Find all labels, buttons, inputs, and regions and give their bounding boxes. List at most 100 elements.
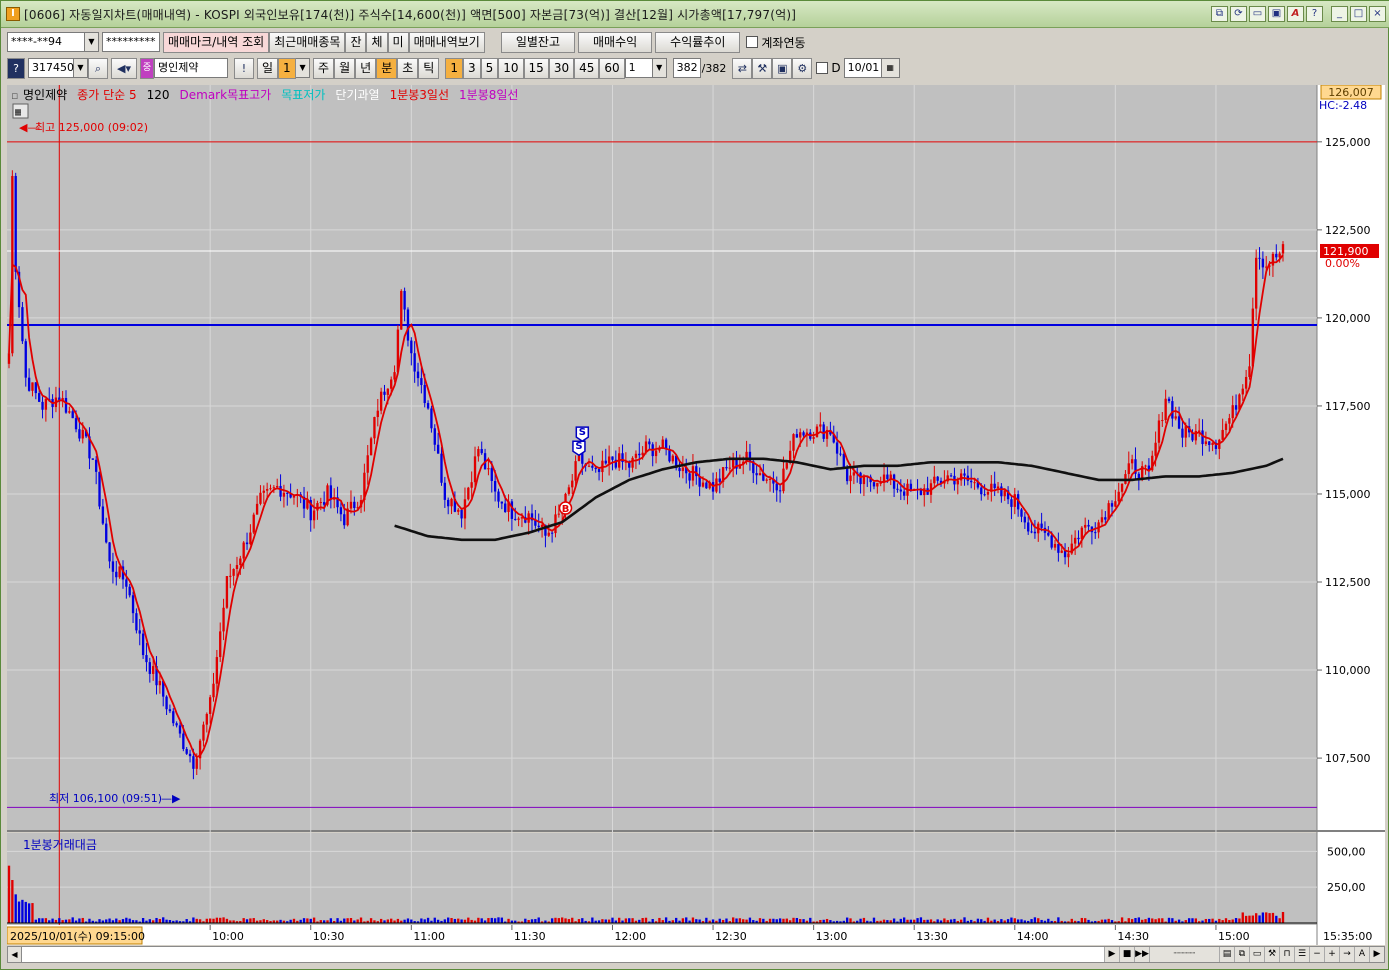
candle-body: [785, 463, 788, 469]
magnet-icon[interactable]: ⊓: [1279, 947, 1294, 962]
period-minute-button[interactable]: 분: [376, 57, 398, 79]
scroll-left-icon[interactable]: ◀: [8, 947, 22, 962]
refresh-icon[interactable]: ⟳: [1230, 6, 1247, 22]
interval-3-button[interactable]: 3: [462, 57, 481, 79]
stock-code-field[interactable]: 317450: [28, 58, 74, 78]
period-value-field[interactable]: 1: [278, 57, 297, 79]
period-day-button[interactable]: 일: [257, 57, 279, 79]
date-checkbox[interactable]: D: [816, 61, 841, 75]
account-number-field[interactable]: ****-**94: [7, 32, 85, 52]
candle-body: [24, 341, 27, 378]
recent-trades-tab[interactable]: 최근매매종목: [269, 31, 346, 53]
settings-gear-icon[interactable]: ⚙: [792, 57, 813, 79]
slider-track[interactable]: ┈┈┈┈: [1149, 947, 1219, 962]
layout-3-icon[interactable]: ▭: [1249, 947, 1264, 962]
zoom-in-icon[interactable]: +: [1324, 947, 1339, 962]
interval-60-button[interactable]: 60: [599, 57, 625, 79]
volume-bar: [534, 919, 537, 923]
zoom-icon[interactable]: ⇄: [732, 57, 753, 79]
stock-code-dropdown-icon[interactable]: ▼: [74, 58, 88, 78]
period-second-button[interactable]: 초: [397, 57, 419, 79]
calendar-icon[interactable]: ▦: [881, 58, 900, 78]
volume-bar: [1070, 918, 1073, 923]
unfilled-button[interactable]: 미: [387, 31, 409, 53]
account-dropdown-icon[interactable]: ▼: [85, 32, 99, 52]
period-tick-button[interactable]: 틱: [418, 57, 440, 79]
volume-bar: [105, 919, 108, 923]
count-dropdown-icon[interactable]: ▼: [652, 58, 667, 78]
date-checkbox-box[interactable]: [816, 62, 829, 74]
volume-bar: [433, 917, 436, 923]
filled-button[interactable]: 체: [366, 31, 388, 53]
chart-canvas[interactable]: SS B 125,000 122,500 120,000 117,500 115,000 1…: [7, 85, 1385, 945]
arrow-icon[interactable]: →: [1339, 947, 1354, 962]
chart-scrollbar[interactable]: ◀ ▶ ■ ▶▶ ┈┈┈┈ ▤ ⧉ ▭ ⚒ ⊓ ☰ − + → A ▶: [7, 946, 1385, 963]
return-trend-button[interactable]: 수익률추이: [655, 31, 741, 53]
candle-body: [504, 503, 507, 512]
close-button[interactable]: ×: [1369, 6, 1386, 22]
magnifier-icon[interactable]: ⌕: [88, 57, 108, 79]
speaker-icon[interactable]: ◀▾: [111, 57, 137, 79]
candle-body: [188, 753, 192, 757]
text-tool-icon[interactable]: A: [1354, 947, 1369, 962]
candle-body: [638, 453, 641, 456]
show-history-button[interactable]: 매매내역보기: [408, 31, 485, 53]
window-icon[interactable]: ▭: [1249, 6, 1266, 22]
trade-mark-query-tab[interactable]: 매매마크/내역 조회: [163, 31, 270, 53]
count-field[interactable]: 1: [624, 58, 653, 78]
volume-bar: [162, 917, 165, 923]
candle-body: [792, 434, 795, 451]
stop-icon[interactable]: ■: [1119, 947, 1134, 962]
layout-1-icon[interactable]: ▤: [1219, 947, 1234, 962]
font-icon[interactable]: A: [1287, 6, 1304, 22]
period-dropdown-icon[interactable]: ▼: [296, 58, 311, 78]
save-icon[interactable]: ▣: [772, 57, 793, 79]
password-field[interactable]: *********: [102, 32, 160, 52]
stock-name-field[interactable]: 명인제약: [154, 58, 228, 78]
volume-bar: [11, 880, 14, 923]
volume-bar: [1161, 918, 1164, 923]
zoom-out-icon[interactable]: −: [1309, 947, 1324, 962]
candle-body: [145, 655, 148, 663]
help-icon[interactable]: ?: [1306, 6, 1323, 22]
alert-icon[interactable]: !: [234, 57, 254, 79]
checkbox-box[interactable]: [746, 36, 759, 48]
list-icon[interactable]: ☰: [1294, 947, 1309, 962]
period-year-button[interactable]: 년: [355, 57, 377, 79]
date-field[interactable]: 10/01: [843, 58, 882, 78]
interval-15-button[interactable]: 15: [523, 57, 549, 79]
minimize-button[interactable]: _: [1331, 6, 1348, 22]
interval-5-button[interactable]: 5: [480, 57, 499, 79]
chart-tool-icon[interactable]: ⚒: [752, 57, 773, 79]
period-week-button[interactable]: 주: [313, 57, 335, 79]
scroll-right-end-icon[interactable]: ▶: [1369, 947, 1384, 962]
daily-balance-button[interactable]: 일별잔고: [500, 31, 575, 53]
volume-bar: [591, 917, 594, 923]
draw-tool-icon[interactable]: ⚒: [1264, 947, 1279, 962]
candle-body: [993, 483, 996, 489]
layout-2-icon[interactable]: ⧉: [1234, 947, 1249, 962]
save-screen-icon[interactable]: ▣: [1268, 6, 1285, 22]
bars-shown-field[interactable]: 382: [672, 58, 701, 78]
hc-label: HC:-2.48: [1319, 99, 1367, 112]
candle-body: [1174, 416, 1177, 419]
fast-forward-icon[interactable]: ▶▶: [1134, 947, 1149, 962]
period-month-button[interactable]: 월: [334, 57, 356, 79]
scroll-right-icon[interactable]: ▶: [1104, 947, 1119, 962]
cascade-icon[interactable]: ⧉: [1211, 6, 1228, 22]
stock-search-icon[interactable]: ?: [7, 57, 25, 79]
legend-item: Demark목표고가: [180, 88, 272, 102]
price-chart[interactable]: SS B 125,000 122,500 120,000 117,500 115,000 1…: [7, 85, 1385, 945]
candle-body: [490, 468, 493, 481]
volume-bar: [1211, 918, 1214, 923]
volume-bar: [1144, 919, 1147, 923]
candle-body: [255, 503, 259, 515]
trade-profit-button[interactable]: 매매수익: [578, 31, 653, 53]
interval-10-button[interactable]: 10: [498, 57, 524, 79]
interval-30-button[interactable]: 30: [548, 57, 575, 79]
maximize-button[interactable]: □: [1350, 6, 1367, 22]
account-link-checkbox[interactable]: 계좌연동: [746, 34, 806, 51]
interval-45-button[interactable]: 45: [574, 57, 600, 79]
interval-1-button[interactable]: 1: [445, 57, 463, 79]
balance-button[interactable]: 잔: [345, 31, 367, 53]
